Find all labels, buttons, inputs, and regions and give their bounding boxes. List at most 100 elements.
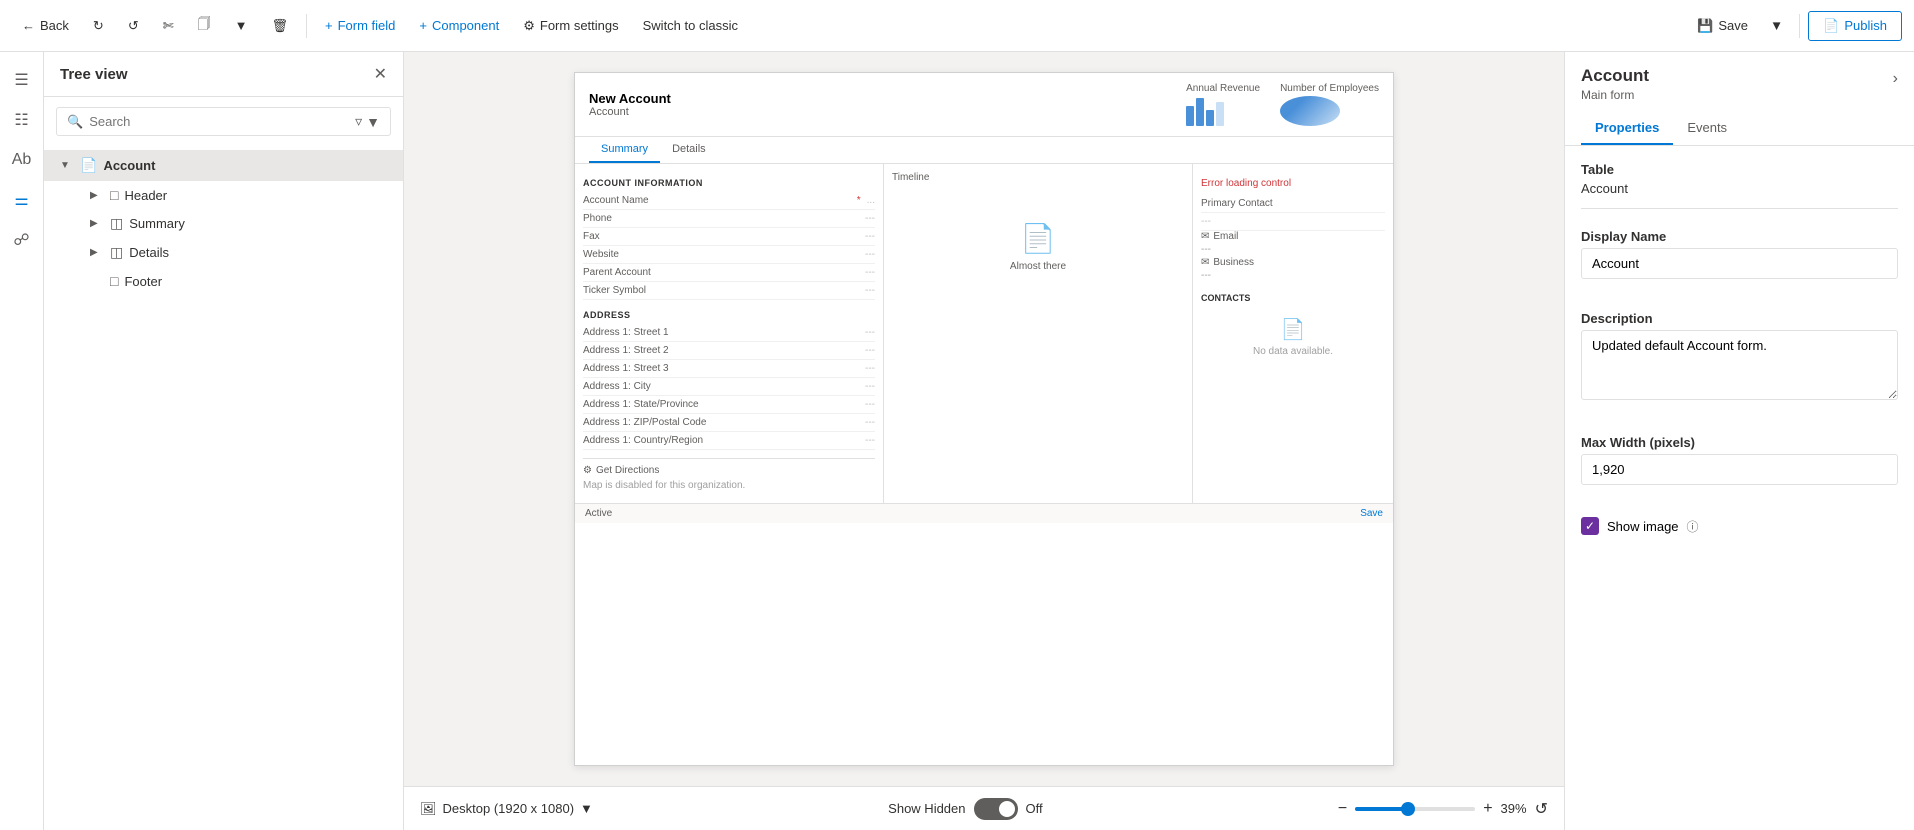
publish-button[interactable]: 📄 Publish: [1808, 11, 1902, 41]
tree-item-details[interactable]: ▶ ◫ Details: [80, 238, 403, 267]
add-form-field-button[interactable]: + Form field: [315, 12, 405, 39]
show-image-row: Show image ⓘ: [1581, 517, 1898, 535]
left-sidebar: ☰ ☷ Ab ⚌ ☍: [0, 52, 44, 830]
sidebar-menu-button[interactable]: ☰: [4, 62, 40, 98]
form-save-link[interactable]: Save: [1360, 508, 1383, 519]
section-icon-summary: ◫: [110, 215, 123, 232]
save-button[interactable]: 💾 Save: [1687, 12, 1758, 40]
save-label: Save: [1718, 18, 1748, 33]
sidebar-grid-button[interactable]: ☷: [4, 102, 40, 138]
description-label: Description: [1581, 311, 1898, 326]
right-panel-tabs: Properties Events: [1581, 112, 1741, 145]
show-hidden-area: Show Hidden Off: [888, 798, 1042, 820]
get-directions-button[interactable]: ⚙ Get Directions: [583, 465, 875, 476]
account-info-section-label: ACCOUNT INFORMATION: [583, 178, 875, 188]
field-dots: ---: [865, 381, 875, 392]
form-preview-header: New Account Account Annual Revenue: [575, 73, 1393, 137]
show-image-checkbox[interactable]: [1581, 517, 1599, 535]
address-section-label: ADDRESS: [583, 310, 875, 320]
chart-1-label: Annual Revenue: [1186, 83, 1260, 94]
search-dropdown-button[interactable]: ▼: [366, 113, 380, 130]
redo-icon: ↺: [128, 18, 139, 34]
sidebar-components-button[interactable]: ☍: [4, 222, 40, 258]
paste-dropdown-button[interactable]: ▼: [225, 12, 258, 39]
business-dots: ---: [1201, 268, 1385, 283]
show-hidden-label: Show Hidden: [888, 801, 965, 816]
search-bar[interactable]: 🔍 ▿ ▼: [56, 107, 391, 136]
zoom-plus-icon[interactable]: +: [1483, 800, 1492, 818]
tree-content: ▼ 📄 Account ▶ □ Header ▶ ◫ Summary ▶: [44, 146, 403, 830]
save-dropdown-button[interactable]: ▼: [1762, 12, 1791, 39]
tab-events[interactable]: Events: [1673, 112, 1741, 145]
chart-2: Number of Employees: [1280, 83, 1379, 126]
save-icon: 💾: [1697, 18, 1713, 34]
tree-item-account[interactable]: ▼ 📄 Account: [44, 150, 403, 181]
copy-button[interactable]: 🗍: [188, 9, 221, 43]
switch-classic-label: Switch to classic: [643, 18, 738, 33]
display-name-label: Display Name: [1581, 229, 1898, 244]
publish-label: Publish: [1844, 18, 1887, 33]
zoom-reset-icon[interactable]: ↺: [1535, 799, 1548, 819]
add-component-button[interactable]: + Component: [409, 12, 509, 39]
max-width-input[interactable]: [1581, 454, 1898, 485]
primary-contact-label: Primary Contact: [1201, 198, 1385, 209]
search-input[interactable]: [89, 114, 349, 129]
switch-classic-button[interactable]: Switch to classic: [633, 12, 748, 39]
sidebar-layers-button[interactable]: ⚌: [4, 182, 40, 218]
tab-summary[interactable]: Summary: [589, 137, 660, 163]
zoom-minus-icon[interactable]: −: [1338, 800, 1347, 818]
tree-view-header: Tree view ✕: [44, 52, 403, 97]
description-textarea[interactable]: Updated default Account form.: [1581, 330, 1898, 400]
field-dots: ---: [865, 417, 875, 428]
right-panel-expand-button[interactable]: ›: [1893, 70, 1898, 88]
separator-2: [1799, 14, 1800, 38]
contacts-area: Primary Contact --- ✉ Email ---: [1201, 195, 1385, 283]
redo-button[interactable]: ↺: [118, 12, 149, 40]
field-dots: ---: [865, 267, 875, 278]
display-name-input[interactable]: [1581, 248, 1898, 279]
filter-button[interactable]: ▿: [355, 113, 362, 130]
tree-item-summary[interactable]: ▶ ◫ Summary: [80, 209, 403, 238]
form-settings-button[interactable]: ⚙ Form settings: [513, 12, 628, 40]
field-street2: Address 1: Street 2: [583, 345, 859, 356]
sidebar-text-button[interactable]: Ab: [4, 142, 40, 178]
back-button[interactable]: ← Back: [12, 12, 79, 39]
field-row: Address 1: State/Province ---: [583, 396, 875, 414]
menu-icon: ☰: [14, 70, 28, 90]
tree-view-close-button[interactable]: ✕: [374, 64, 387, 84]
zoom-thumb: [1401, 802, 1415, 816]
chevron-down-icon: ▼: [1770, 18, 1783, 33]
delete-button[interactable]: 🗑: [262, 12, 299, 40]
contacts-section: CONTACTS 📄 No data available.: [1201, 293, 1385, 367]
email-dots: ---: [1201, 242, 1385, 257]
business-row: ✉ Business: [1201, 257, 1385, 268]
zoom-slider[interactable]: [1355, 807, 1475, 811]
undo-icon: ↻: [93, 18, 104, 34]
plus-icon-1: +: [325, 18, 333, 33]
tab-properties[interactable]: Properties: [1581, 112, 1673, 145]
info-icon[interactable]: ⓘ: [1687, 518, 1699, 535]
field-state: Address 1: State/Province: [583, 399, 859, 410]
field-dots: ---: [865, 231, 875, 242]
form-col-timeline: Timeline 📄 Almost there: [884, 164, 1193, 503]
toggle-thumb: [999, 801, 1015, 817]
zoom-level-label: 39%: [1501, 801, 1527, 816]
undo-button[interactable]: ↻: [83, 12, 114, 40]
tree-item-summary-label: Summary: [129, 216, 185, 231]
field-row: Address 1: Street 3 ---: [583, 360, 875, 378]
tree-item-footer[interactable]: ▶ □ Footer: [80, 267, 403, 295]
tab-details[interactable]: Details: [660, 137, 718, 163]
toolbar: ← Back ↻ ↺ ✄ 🗍 ▼ 🗑 + Form field + Compon…: [0, 0, 1914, 52]
field-ticker: Ticker Symbol: [583, 285, 859, 296]
show-hidden-toggle[interactable]: [974, 798, 1018, 820]
desktop-selector[interactable]: 🖼 Desktop (1920 x 1080) ▼: [420, 801, 593, 817]
cut-button[interactable]: ✄: [153, 12, 184, 40]
section-icon-header: □: [110, 187, 118, 203]
get-directions-label: Get Directions: [596, 465, 659, 476]
tree-view-title: Tree view: [60, 66, 128, 83]
get-directions-row: ⚙ Get Directions: [583, 458, 875, 476]
tree-item-header[interactable]: ▶ □ Header: [80, 181, 403, 209]
form-title-area: New Account Account: [589, 91, 671, 118]
field-website: Website: [583, 249, 859, 260]
desktop-chevron-icon: ▼: [580, 801, 593, 816]
